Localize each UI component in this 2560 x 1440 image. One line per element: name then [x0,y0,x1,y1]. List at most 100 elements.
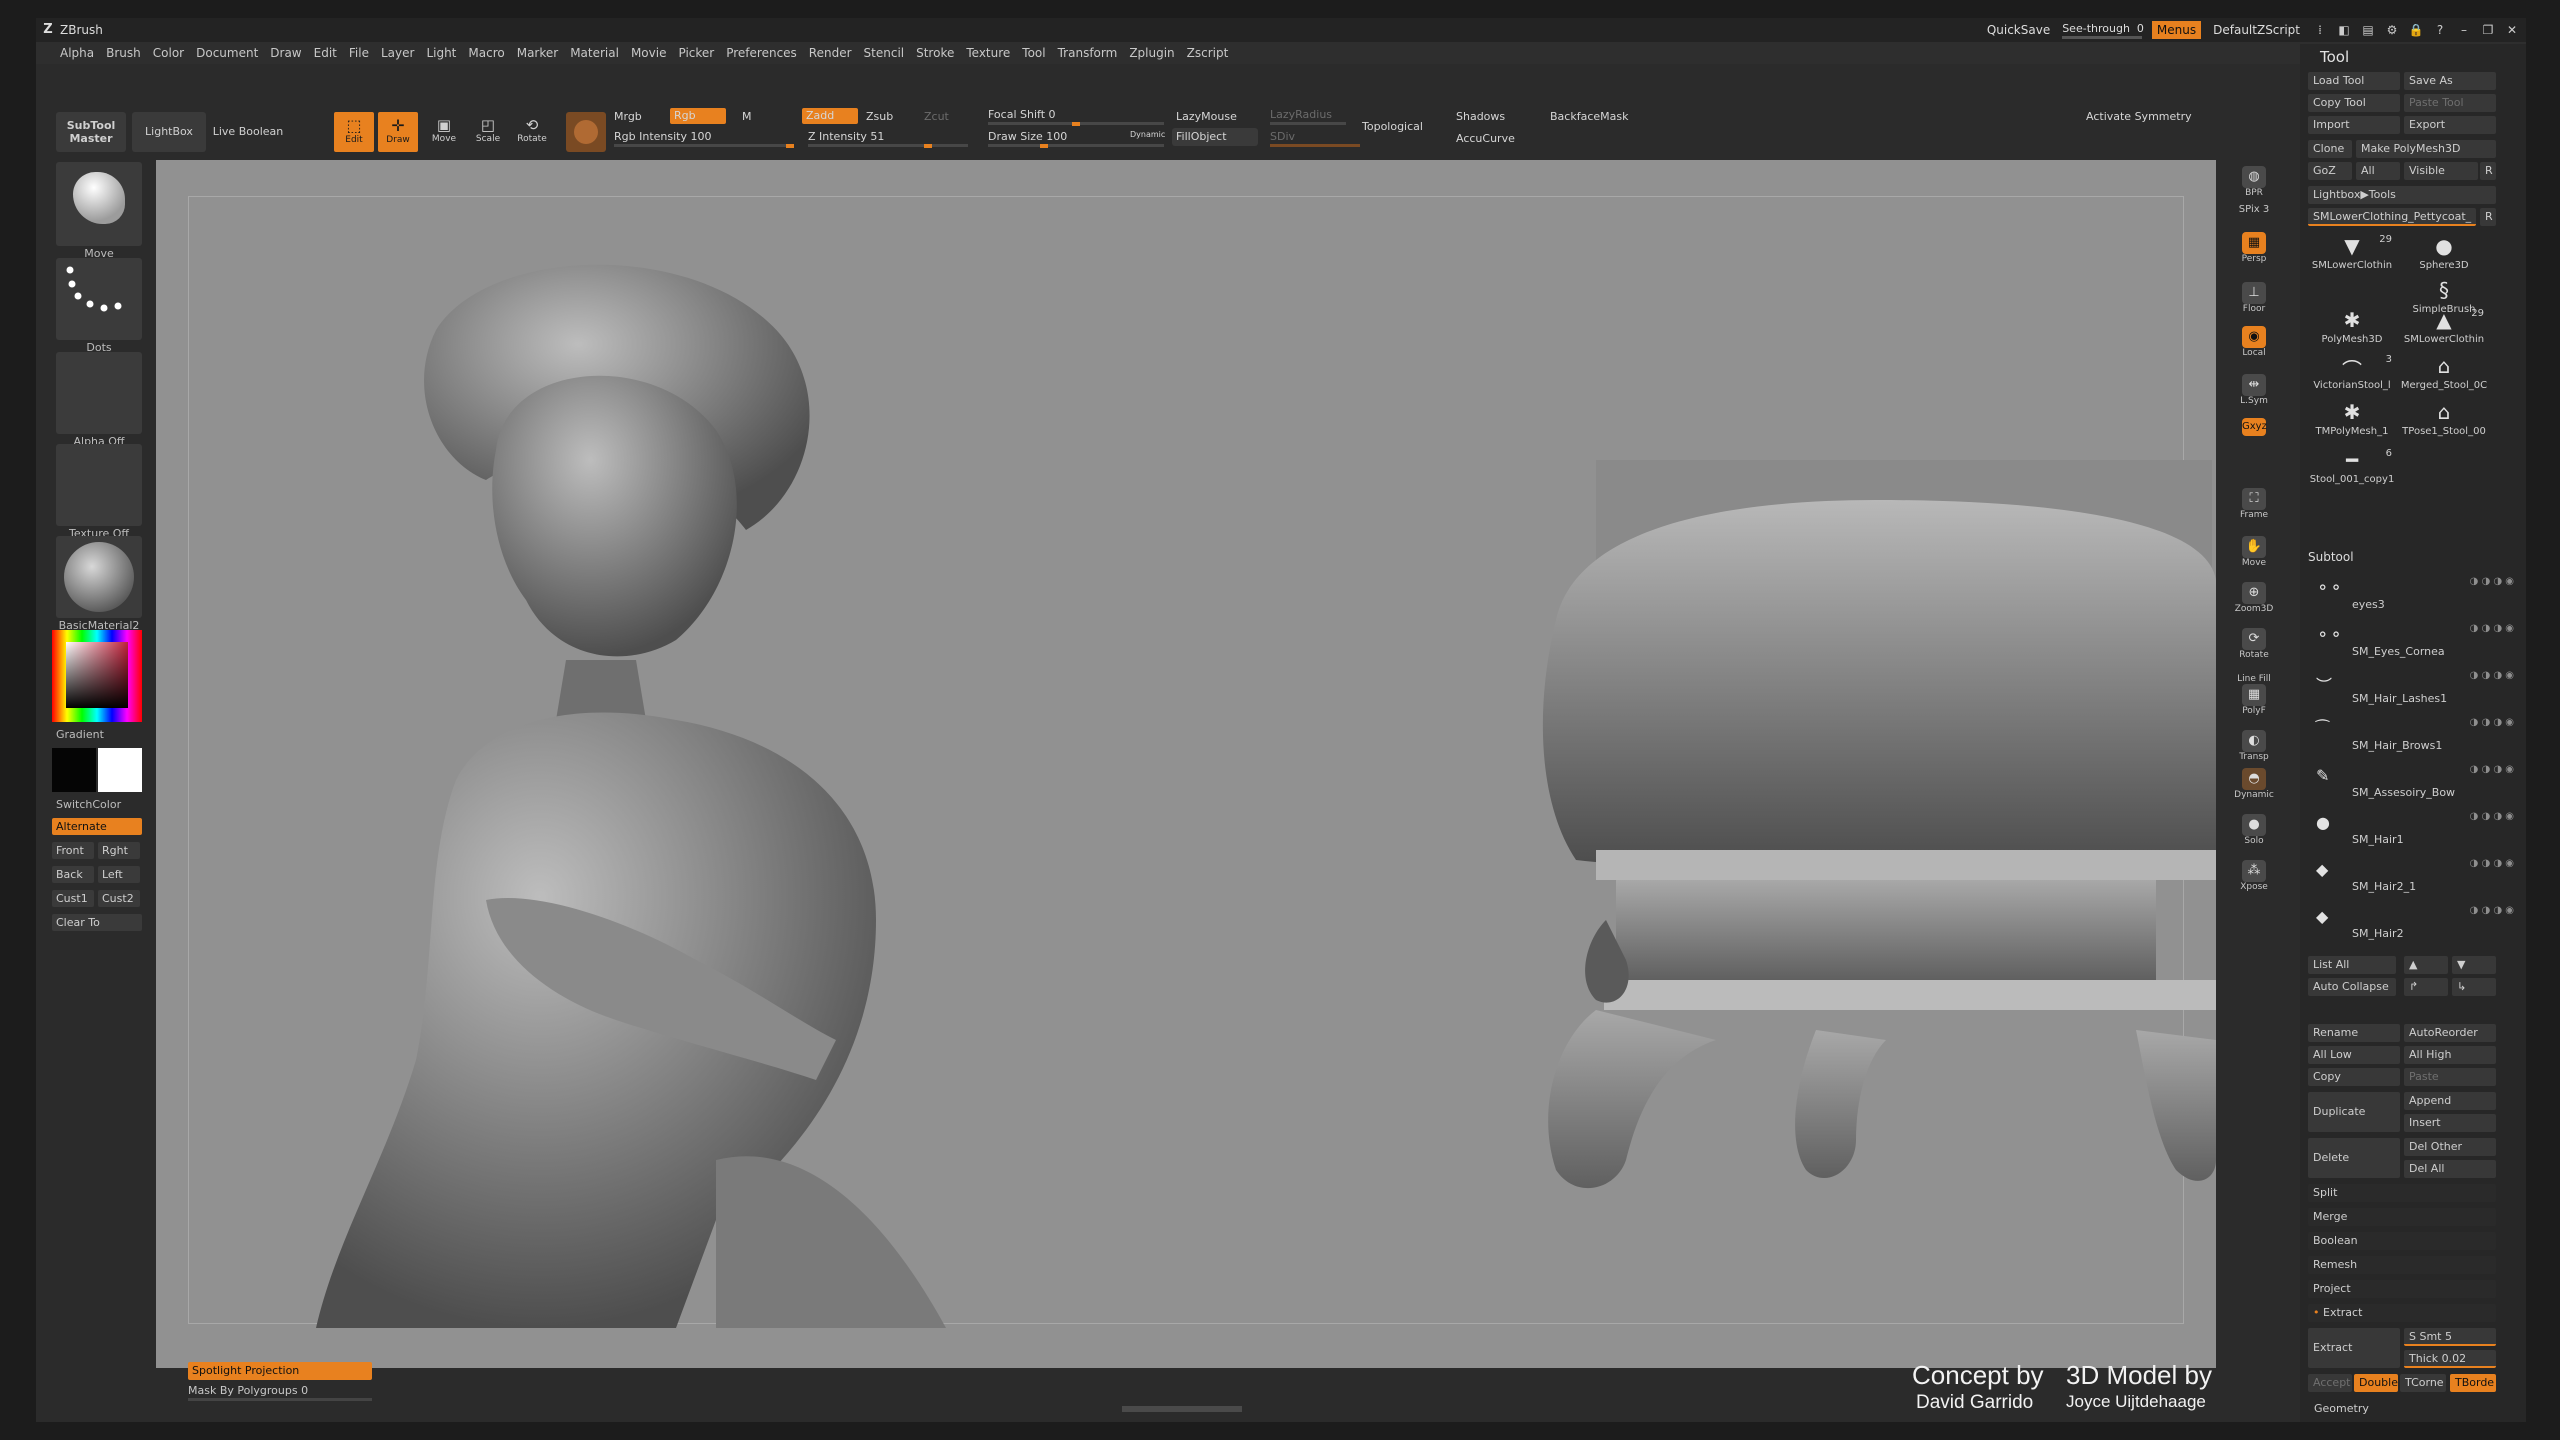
mrgb-button[interactable]: Mrgb [614,110,642,123]
merge-subpalette[interactable]: Merge [2308,1208,2496,1226]
brush-thumbnail[interactable]: Move [56,162,142,260]
make-polymesh-button[interactable]: Make PolyMesh3D [2356,140,2496,158]
menu-layer[interactable]: Layer [375,46,420,60]
menu-alpha[interactable]: Alpha [54,46,100,60]
menu-material[interactable]: Material [564,46,625,60]
autoreorder-button[interactable]: AutoReorder [2404,1024,2496,1042]
zoom3d-button[interactable]: ⊕ Zoom3D [2232,582,2276,622]
subtool-row[interactable]: ⁀ ◑ ◑ ◑ ◉ SM_Hair_Brows1 [2310,713,2518,759]
auto-collapse-button[interactable]: Auto Collapse [2308,978,2396,996]
import-button[interactable]: Import [2308,116,2400,134]
menus-button[interactable]: Menus [2151,21,2202,39]
tool-thumb[interactable]: ⌂ Merged_Stool_0C [2400,354,2488,398]
subtool-visibility-icon[interactable]: ◑ ◑ ◑ ◉ [2470,764,2514,775]
project-subpalette[interactable]: Project [2308,1280,2496,1298]
goz-all-button[interactable]: All [2356,162,2400,180]
quicksave-button[interactable]: QuickSave [1983,23,2054,37]
export-button[interactable]: Export [2404,116,2496,134]
lazymouse-button[interactable]: LazyMouse [1176,110,1237,123]
material-thumbnail[interactable]: BasicMaterial2 [56,536,142,632]
duplicate-button[interactable]: Duplicate [2308,1092,2400,1132]
menu-macro[interactable]: Macro [462,46,510,60]
subtool-master-button[interactable]: SubTool Master [56,112,126,152]
subtool-row[interactable]: ● ◑ ◑ ◑ ◉ SM_Hair1 [2310,807,2518,853]
move-down-icon[interactable]: ▼ [2452,956,2496,974]
local-button[interactable]: ◉ Local [2232,326,2276,366]
fillobject-button[interactable]: FillObject [1172,128,1258,146]
lock-icon[interactable]: 🔒 [2408,23,2424,37]
help-icon[interactable]: ? [2432,23,2448,37]
bpr-button[interactable]: ◍ BPR [2232,166,2276,206]
primary-color-swatch[interactable] [52,748,96,792]
mask-by-polygroups-slider[interactable]: Mask By Polygroups 0 [188,1384,308,1397]
gxyz-button[interactable]: Gxyz [2232,418,2276,438]
color-picker-square[interactable] [66,642,128,708]
menu-texture[interactable]: Texture [960,46,1016,60]
menu-render[interactable]: Render [803,46,858,60]
menu-preferences[interactable]: Preferences [720,46,803,60]
subtool-row[interactable]: ⚬⚬ ◑ ◑ ◑ ◉ eyes3 [2310,572,2518,618]
rgb-button[interactable]: Rgb [670,108,726,124]
m-button[interactable]: M [742,110,752,123]
clone-button[interactable]: Clone [2308,140,2352,158]
accept-button[interactable]: Accept [2308,1374,2352,1392]
menu-edit[interactable]: Edit [308,46,343,60]
goz-r-button[interactable]: R [2480,162,2496,180]
shadows-button[interactable]: Shadows [1456,110,1505,123]
subtool-visibility-icon[interactable]: ◑ ◑ ◑ ◉ [2470,670,2514,681]
menu-marker[interactable]: Marker [511,46,564,60]
move-up-icon[interactable]: ▲ [2404,956,2448,974]
menu-file[interactable]: File [343,46,375,60]
front-button[interactable]: Front [52,842,94,859]
del-all-button[interactable]: Del All [2404,1160,2496,1178]
tool-thumb[interactable]: ● Sphere3D [2400,234,2488,278]
geometry-subpalette[interactable]: Geometry [2314,1402,2369,1415]
cust1-button[interactable]: Cust1 [52,890,94,907]
delete-button[interactable]: Delete [2308,1138,2400,1178]
settings-icon[interactable]: ⚙ [2384,23,2400,37]
tcorne-toggle[interactable]: TCorne [2400,1374,2446,1392]
dynamic-button[interactable]: ◓ Dynamic [2232,768,2276,808]
all-low-button[interactable]: All Low [2308,1046,2400,1064]
thick-slider[interactable]: Thick 0.02 [2404,1350,2496,1368]
frame-button[interactable]: ⛶ Frame [2232,488,2276,528]
dynamic-toggle[interactable]: Dynamic [1130,130,1165,139]
tool-thumb[interactable]: ✱ TMPolyMesh_1 [2308,400,2396,444]
tool-thumb[interactable]: ▼ SMLowerClothin 29 [2308,234,2396,278]
bottom-tray-handle[interactable] [1122,1406,1242,1412]
persp-button[interactable]: ▦ Persp [2232,232,2276,272]
subtool-row[interactable]: ◆ ◑ ◑ ◑ ◉ SM_Hair2_1 [2310,854,2518,900]
zcut-button[interactable]: Zcut [924,110,949,123]
cust2-button[interactable]: Cust2 [98,890,140,907]
copy-tool-button[interactable]: Copy Tool [2308,94,2400,112]
subtool-visibility-icon[interactable]: ◑ ◑ ◑ ◉ [2470,576,2514,587]
spotlight-projection-button[interactable]: Spotlight Projection [188,1362,372,1380]
move-view-button[interactable]: ✋ Move [2232,536,2276,576]
paste-button[interactable]: Paste [2404,1068,2496,1086]
gradient-label[interactable]: Gradient [56,728,104,741]
activate-symmetry-button[interactable]: Activate Symmetry [2086,110,2192,123]
menu-draw[interactable]: Draw [264,46,307,60]
subtool-visibility-icon[interactable]: ◑ ◑ ◑ ◉ [2470,905,2514,916]
topological-button[interactable]: Topological [1362,120,1423,133]
menu-zscript[interactable]: Zscript [1181,46,1235,60]
back-button[interactable]: Back [52,866,94,883]
minimize-icon[interactable]: – [2456,23,2472,37]
save-as-button[interactable]: Save As [2404,72,2496,90]
rotate-view-button[interactable]: ⟳ Rotate [2232,628,2276,668]
draw-button[interactable]: ✛ Draw [378,112,418,152]
subtool-header[interactable]: Subtool [2308,550,2354,564]
extract-button[interactable]: Extract [2308,1328,2400,1368]
menu-tool[interactable]: Tool [1016,46,1051,60]
subtool-row[interactable]: ◆ ◑ ◑ ◑ ◉ SM_Hair2 [2310,901,2518,947]
solo-button[interactable]: ● Solo [2232,814,2276,854]
insert-button[interactable]: Insert [2404,1114,2496,1132]
canvas-viewport[interactable] [156,160,2216,1368]
subtool-visibility-icon[interactable]: ◑ ◑ ◑ ◉ [2470,717,2514,728]
visible-button[interactable]: Visible [2404,162,2478,180]
ui-icon[interactable]: ▤ [2360,23,2376,37]
sdiv-slider[interactable]: SDiv [1270,130,1360,147]
tool-thumb[interactable]: ⌂ TPose1_Stool_00 [2400,400,2488,444]
right-button[interactable]: Rght [98,842,140,859]
tool-thumb[interactable]: ▲ SMLowerClothin 29 [2400,308,2488,352]
